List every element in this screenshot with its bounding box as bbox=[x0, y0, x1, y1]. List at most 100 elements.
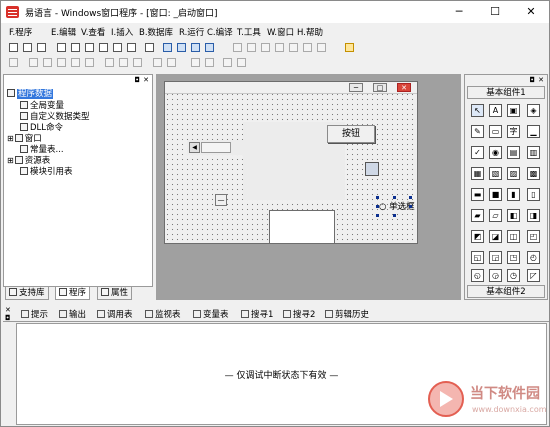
menu-help[interactable]: H.帮助 bbox=[297, 26, 323, 38]
component-tool-icon[interactable]: ▁ bbox=[527, 125, 540, 138]
component-tool-icon[interactable]: ◴ bbox=[527, 251, 540, 264]
scroll-control[interactable]: ◀ bbox=[187, 140, 245, 155]
step-icon[interactable] bbox=[317, 43, 326, 52]
bring-front-icon[interactable] bbox=[223, 58, 232, 67]
step-icon[interactable] bbox=[247, 43, 256, 52]
menu-tools[interactable]: T.工具 bbox=[237, 26, 261, 38]
component-tool-icon[interactable]: ▭ bbox=[489, 125, 502, 138]
component-tool-icon[interactable]: ✓ bbox=[471, 146, 484, 159]
align-left-icon[interactable] bbox=[9, 58, 18, 67]
palette-group-2[interactable]: 基本组件2 bbox=[467, 285, 545, 298]
component-tool-icon[interactable]: ✎ bbox=[471, 125, 484, 138]
tab-support-library[interactable]: 支持库 bbox=[5, 287, 49, 300]
component-tool-icon[interactable]: ◶ bbox=[489, 269, 502, 282]
component-tool-icon[interactable]: ▣ bbox=[507, 104, 520, 117]
same-width-icon[interactable] bbox=[105, 58, 114, 67]
stop-icon[interactable] bbox=[233, 43, 242, 52]
step-icon[interactable] bbox=[289, 43, 298, 52]
component-tool-icon[interactable]: ◵ bbox=[471, 269, 484, 282]
component-tool-icon[interactable]: ■ bbox=[489, 188, 502, 201]
redo-icon[interactable] bbox=[127, 43, 136, 52]
save-icon[interactable] bbox=[37, 43, 46, 52]
send-back-icon[interactable] bbox=[237, 58, 246, 67]
component-tool-icon[interactable]: ▦ bbox=[471, 167, 484, 180]
tab-search-1[interactable]: 搜寻1 bbox=[241, 308, 273, 320]
panel-close-icon[interactable]: ✕ bbox=[538, 76, 544, 84]
menu-compile[interactable]: C.编译 bbox=[207, 26, 233, 38]
pin-icon[interactable]: ◘ bbox=[134, 76, 140, 84]
component-tool-icon[interactable]: ◫ bbox=[507, 230, 520, 243]
help-icon[interactable] bbox=[345, 43, 354, 52]
tree-item[interactable]: 模块引用表 bbox=[20, 165, 73, 177]
tab-clip-history[interactable]: 剪辑历史 bbox=[325, 308, 369, 320]
component-tool-icon[interactable]: ↖ bbox=[471, 104, 484, 117]
component-tool-icon[interactable]: ▬ bbox=[471, 188, 484, 201]
same-height-icon[interactable] bbox=[119, 58, 128, 67]
tab-call-stack[interactable]: 调用表 bbox=[97, 308, 133, 320]
component-tool-icon[interactable]: ◩ bbox=[471, 230, 484, 243]
tree-root[interactable]: 程序数据 bbox=[7, 87, 54, 99]
component-tool-icon[interactable]: ◉ bbox=[489, 146, 502, 159]
startup-form[interactable]: ─ □ ✕ 按钮 ◀ — ○ 单选框 bbox=[164, 81, 418, 244]
component-tool-icon[interactable]: ▩ bbox=[527, 167, 540, 180]
edit-box[interactable] bbox=[269, 210, 335, 244]
component-tool-icon[interactable]: ▰ bbox=[471, 209, 484, 222]
scroll-thumb[interactable] bbox=[201, 142, 231, 153]
component-tool-icon[interactable]: ◳ bbox=[507, 251, 520, 264]
menu-view[interactable]: V.查看 bbox=[81, 26, 105, 38]
same-size-icon[interactable] bbox=[133, 58, 142, 67]
panel-close-icon[interactable]: ✕ bbox=[143, 76, 149, 84]
find-icon[interactable] bbox=[99, 43, 108, 52]
form-button[interactable]: 按钮 bbox=[327, 125, 375, 143]
layout-icon[interactable] bbox=[205, 43, 214, 52]
expand-icon[interactable]: ⊞ bbox=[7, 134, 14, 143]
new-file-icon[interactable] bbox=[9, 43, 18, 52]
component-tool-icon[interactable]: ▤ bbox=[507, 146, 520, 159]
align-right-icon[interactable] bbox=[43, 58, 52, 67]
step-icon[interactable] bbox=[261, 43, 270, 52]
minimize-button[interactable]: ─ bbox=[441, 1, 477, 23]
arrow-left-icon[interactable]: ◀ bbox=[189, 142, 200, 153]
component-tool-icon[interactable]: ◷ bbox=[507, 269, 520, 282]
tab-variables[interactable]: 变量表 bbox=[193, 308, 229, 320]
component-tool-icon[interactable]: ◪ bbox=[489, 230, 502, 243]
component-tool-icon[interactable]: ▱ bbox=[489, 209, 502, 222]
close-button[interactable]: ✕ bbox=[513, 1, 549, 23]
align-bottom-icon[interactable] bbox=[85, 58, 94, 67]
step-icon[interactable] bbox=[303, 43, 312, 52]
menu-insert[interactable]: I.插入 bbox=[111, 26, 133, 38]
component-tool-icon[interactable]: 字 bbox=[507, 125, 520, 138]
layout-icon[interactable] bbox=[163, 43, 172, 52]
component-tool-icon[interactable]: ▨ bbox=[507, 167, 520, 180]
expand-icon[interactable]: ⊞ bbox=[7, 156, 14, 165]
component-tool-icon[interactable]: ◲ bbox=[489, 251, 502, 264]
paste-icon[interactable] bbox=[85, 43, 94, 52]
component-tool-icon[interactable]: ◧ bbox=[507, 209, 520, 222]
component-tool-icon[interactable]: ▧ bbox=[489, 167, 502, 180]
palette-group-1[interactable]: 基本组件1 bbox=[467, 86, 545, 99]
center-h-icon[interactable] bbox=[191, 58, 200, 67]
align-middle-icon[interactable] bbox=[71, 58, 80, 67]
component-tool-icon[interactable]: ▯ bbox=[527, 188, 540, 201]
open-folder-icon[interactable] bbox=[23, 43, 32, 52]
pin-icon[interactable]: ◘ bbox=[529, 76, 535, 84]
tab-search-2[interactable]: 搜寻2 bbox=[283, 308, 315, 320]
tab-watch[interactable]: 监视表 bbox=[145, 308, 181, 320]
component-tool-icon[interactable]: ◸ bbox=[527, 269, 540, 282]
component-tool-icon[interactable]: ▥ bbox=[527, 146, 540, 159]
undo-icon[interactable] bbox=[113, 43, 122, 52]
component-tool-icon[interactable]: ▮ bbox=[507, 188, 520, 201]
align-center-icon[interactable] bbox=[29, 58, 38, 67]
component-tool-icon[interactable]: ◨ bbox=[527, 209, 540, 222]
panel-close-icon[interactable]: ✕ bbox=[5, 306, 11, 314]
menu-edit[interactable]: E.编辑 bbox=[51, 26, 76, 38]
menu-run[interactable]: R.运行 bbox=[179, 26, 204, 38]
menu-window[interactable]: W.窗口 bbox=[267, 26, 294, 38]
menu-program[interactable]: F.程序 bbox=[9, 26, 32, 38]
tab-properties[interactable]: 属性 bbox=[97, 287, 133, 300]
center-v-icon[interactable] bbox=[205, 58, 214, 67]
print-icon[interactable] bbox=[145, 43, 154, 52]
tab-output[interactable]: 输出 bbox=[59, 308, 86, 320]
layout-icon[interactable] bbox=[191, 43, 200, 52]
component-tool-icon[interactable]: ◈ bbox=[527, 104, 540, 117]
